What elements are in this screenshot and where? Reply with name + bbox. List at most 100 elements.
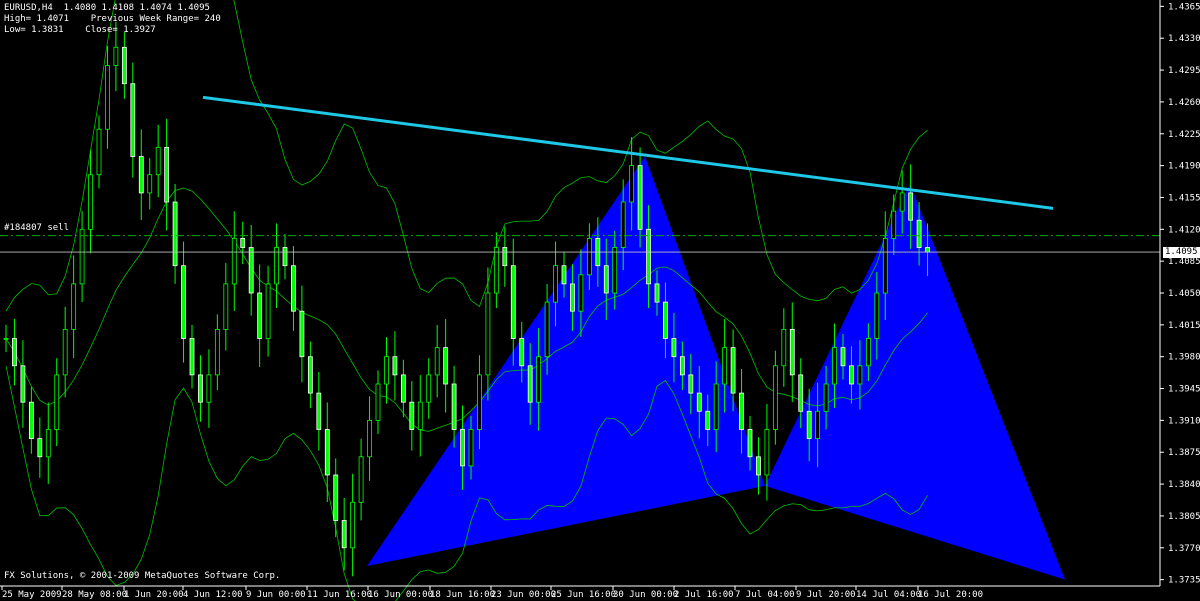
candle-body bbox=[324, 429, 330, 476]
candle-body bbox=[654, 283, 660, 303]
candle-body bbox=[722, 347, 728, 385]
candle-body bbox=[96, 128, 102, 176]
candle-body bbox=[857, 365, 863, 385]
price-chart[interactable]: 1.4365 1.4330 1.4295 1.4260 1.4225 1.4190 1.41… bbox=[0, 0, 1200, 601]
candle-body bbox=[815, 410, 821, 439]
candle-body bbox=[798, 374, 804, 412]
time-tick-label: 9 Jul 20:00 bbox=[796, 590, 856, 600]
candle-body bbox=[891, 210, 897, 239]
pattern-triangle-xab bbox=[367, 156, 765, 566]
candle-body bbox=[155, 147, 161, 176]
candle-body bbox=[257, 292, 263, 339]
candle-body bbox=[45, 429, 51, 458]
candle-body bbox=[265, 283, 271, 339]
chart-window[interactable]: 1.4365 1.4330 1.4295 1.4260 1.4225 1.4190 1.41… bbox=[0, 0, 1200, 601]
candle-body bbox=[620, 201, 626, 248]
candle-body bbox=[561, 265, 567, 285]
candle-body bbox=[713, 383, 719, 430]
candle-body bbox=[400, 374, 406, 403]
candle-body bbox=[333, 474, 339, 521]
candle-body bbox=[316, 392, 322, 430]
candle-body bbox=[460, 429, 465, 467]
candle-body bbox=[612, 247, 618, 294]
candle-body bbox=[477, 374, 482, 430]
price-tick-label: 1.4190 bbox=[1168, 162, 1200, 172]
candle-body bbox=[637, 165, 643, 230]
price-tick-label: 1.4155 bbox=[1168, 193, 1200, 203]
candle-body bbox=[307, 356, 313, 394]
candle-body bbox=[223, 283, 229, 330]
price-tick-label: 1.4225 bbox=[1168, 130, 1200, 140]
candle-body bbox=[510, 265, 516, 339]
candle-body bbox=[181, 265, 186, 339]
candle-body bbox=[172, 201, 178, 267]
price-tick-label: 1.3735 bbox=[1168, 576, 1200, 586]
candle-body bbox=[274, 247, 279, 285]
time-axis: 25 May 2009 28 May 08:001 Jun 20:00 4 Jun … bbox=[0, 585, 1160, 600]
candle-body bbox=[426, 374, 432, 403]
symbol-info: EURUSD,H4 1.4080 1.4108 1.4074 1.4095 bbox=[4, 3, 210, 13]
candle-body bbox=[730, 347, 736, 394]
upper-band bbox=[5, 0, 928, 312]
price-tick-label: 1.4120 bbox=[1168, 225, 1200, 235]
candle-body bbox=[865, 338, 871, 367]
candle-body bbox=[578, 274, 584, 312]
candle-body bbox=[240, 238, 246, 248]
candle-body bbox=[350, 501, 356, 549]
candle-body bbox=[434, 347, 440, 376]
candle-body bbox=[705, 410, 711, 430]
price-tick-label: 1.3945 bbox=[1168, 385, 1200, 395]
candle-body bbox=[443, 347, 449, 385]
candle-body bbox=[417, 401, 423, 430]
candle-body bbox=[189, 338, 195, 376]
candle-body bbox=[553, 265, 558, 303]
candle-body bbox=[527, 365, 533, 403]
pattern-triangle-bcd bbox=[765, 183, 1065, 580]
price-tick-label: 1.4365 bbox=[1168, 2, 1200, 12]
candle-body bbox=[198, 374, 203, 403]
candle-body bbox=[493, 247, 499, 294]
candle-body bbox=[485, 292, 491, 376]
copyright-text: FX Solutions, © 2001-2009 MetaQuotes Sof… bbox=[4, 571, 281, 581]
candle-body bbox=[586, 238, 592, 276]
candle-body bbox=[3, 338, 9, 340]
candle-body bbox=[696, 392, 702, 412]
price-tick-label: 1.3980 bbox=[1168, 353, 1200, 363]
candle-body bbox=[747, 429, 753, 458]
candle-body bbox=[367, 419, 372, 458]
candle-body bbox=[20, 365, 26, 403]
candle-body bbox=[88, 174, 93, 230]
time-tick-label: 2 Jul 16:00 bbox=[674, 590, 734, 600]
candle-body bbox=[206, 374, 212, 403]
candle-body bbox=[231, 238, 237, 285]
candle-body bbox=[299, 310, 305, 358]
price-tick-label: 1.4015 bbox=[1168, 321, 1200, 331]
candle-body bbox=[544, 301, 550, 358]
candle-body bbox=[130, 83, 136, 157]
price-tick-label: 1.3910 bbox=[1168, 416, 1200, 426]
candle-body bbox=[646, 228, 651, 285]
time-tick-label: 11 Jun 16:00 bbox=[307, 590, 372, 600]
time-tick-label: 25 Jun 16:00 bbox=[551, 590, 616, 600]
price-tick-label: 1.3875 bbox=[1168, 448, 1200, 458]
candle-body bbox=[384, 356, 389, 385]
candle-body bbox=[392, 356, 398, 376]
order-label[interactable]: #184807 sell bbox=[4, 223, 69, 233]
time-tick-label: 25 May 2009 bbox=[2, 590, 62, 600]
candle-body bbox=[663, 301, 668, 339]
current-price-label: 1.4095 bbox=[1163, 247, 1200, 258]
time-tick-label: 18 Jun 16:00 bbox=[430, 590, 495, 600]
candle-body bbox=[916, 219, 922, 248]
candle-body bbox=[806, 410, 812, 439]
candle-body bbox=[781, 328, 787, 367]
price-tick-label: 1.3805 bbox=[1168, 512, 1200, 522]
time-tick-label: 7 Jul 04:00 bbox=[735, 590, 795, 600]
candle-body bbox=[121, 46, 127, 85]
candle-body bbox=[671, 338, 677, 358]
candle-body bbox=[291, 265, 296, 312]
candle-body bbox=[832, 347, 837, 385]
candle-body bbox=[823, 383, 829, 412]
candle-body bbox=[468, 429, 474, 467]
candle-body bbox=[105, 65, 110, 130]
price-axis: 1.4365 1.4330 1.4295 1.4260 1.4225 1.4190 1.41… bbox=[1159, 0, 1200, 586]
